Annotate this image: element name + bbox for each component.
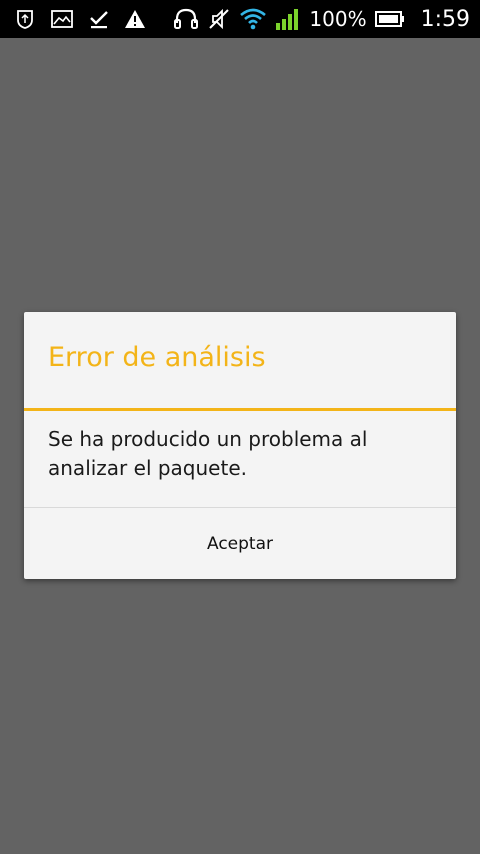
error-dialog: Error de análisis Se ha producido un pro… (24, 312, 456, 579)
screen: 100% 1:59 Error de análisis Se ha produc… (0, 0, 480, 854)
title-divider (24, 408, 456, 411)
status-clock: 1:59 (420, 6, 470, 32)
status-bar: 100% 1:59 (0, 0, 480, 38)
warning-icon (124, 9, 146, 29)
battery-percent: 100% (309, 7, 367, 31)
system-icons: 100% 1:59 (173, 0, 470, 38)
headset-icon (173, 7, 199, 31)
dialog-message: Se ha producido un problema al analizar … (48, 427, 368, 480)
vibrate-off-icon (207, 7, 231, 31)
dialog-title: Error de análisis (48, 342, 266, 373)
wifi-icon (239, 7, 267, 31)
battery-icon (374, 10, 405, 28)
shield-notification-icon (14, 8, 36, 30)
image-notification-icon (50, 9, 74, 29)
notification-icons (14, 0, 146, 38)
download-done-icon (88, 8, 110, 30)
accept-button[interactable]: Aceptar (24, 508, 456, 579)
signal-icon (275, 7, 301, 31)
